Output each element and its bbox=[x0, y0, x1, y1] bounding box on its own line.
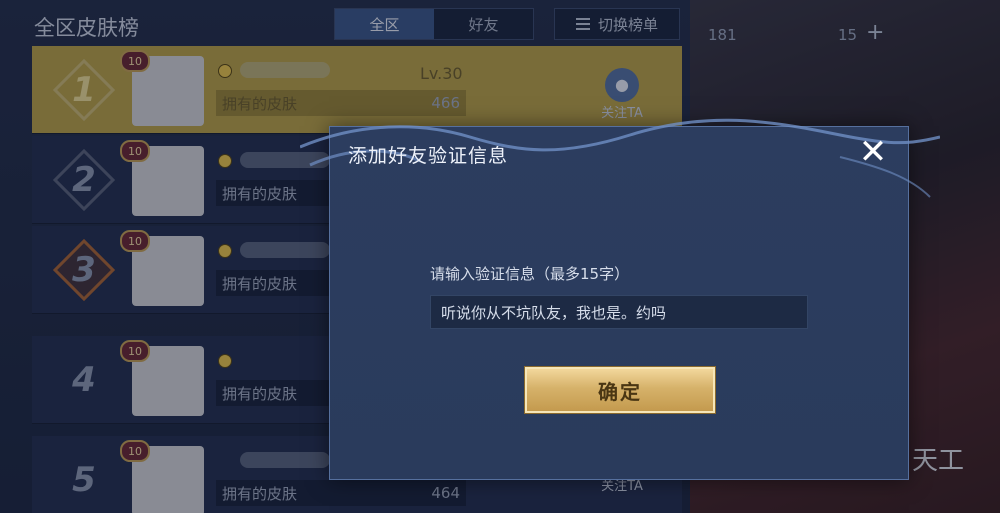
verification-prompt: 请输入验证信息（最多15字） bbox=[430, 265, 630, 283]
add-friend-dialog: 添加好友验证信息 ✕ 请输入验证信息（最多15字） 确定 bbox=[300, 118, 940, 480]
confirm-button[interactable]: 确定 bbox=[525, 367, 715, 413]
close-icon[interactable]: ✕ bbox=[854, 132, 892, 172]
verification-message-input[interactable] bbox=[430, 295, 808, 329]
dialog-title: 添加好友验证信息 bbox=[348, 145, 509, 167]
